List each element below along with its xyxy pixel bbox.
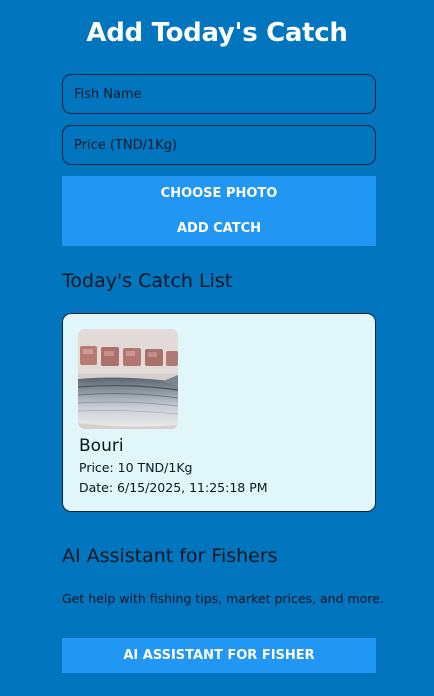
ai-assistant-button[interactable]: AI ASSISTANT FOR FISHER (62, 638, 376, 673)
catch-list-title: Today's Catch List (62, 270, 233, 292)
assistant-section-title: AI Assistant for Fishers (62, 545, 278, 567)
catch-item-date: Date: 6/15/2025, 11:25:18 PM (79, 480, 268, 495)
catch-item-name: Bouri (79, 436, 124, 456)
choose-photo-button[interactable]: CHOOSE PHOTO (62, 176, 376, 211)
price-input[interactable] (62, 125, 376, 165)
catch-card: Bouri Price: 10 TND/1Kg Date: 6/15/2025,… (62, 313, 376, 512)
fish-photo (78, 329, 178, 429)
page-title: Add Today's Catch (86, 18, 348, 48)
catch-item-price: Price: 10 TND/1Kg (79, 460, 193, 475)
add-catch-button[interactable]: ADD CATCH (62, 211, 376, 246)
assistant-description: Get help with fishing tips, market price… (62, 591, 384, 606)
fish-name-input[interactable] (62, 74, 376, 114)
